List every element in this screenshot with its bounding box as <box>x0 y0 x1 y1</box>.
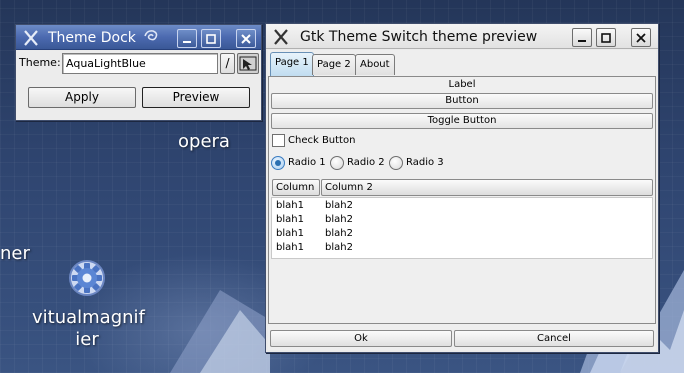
table-row[interactable]: blah1 blah2 <box>272 213 652 227</box>
column-header-2[interactable]: Column 2 <box>321 179 653 196</box>
drop-arrow-button[interactable] <box>237 53 259 74</box>
cell-col1: blah1 <box>276 214 304 225</box>
cell-col2: blah2 <box>325 228 353 239</box>
table-row[interactable]: blah1 blah2 <box>272 199 652 213</box>
desktop-label-opera[interactable]: opera <box>178 131 230 153</box>
cell-col1: blah1 <box>276 242 304 253</box>
close-icon <box>241 33 251 44</box>
ok-button[interactable]: Ok <box>270 330 452 347</box>
minimize-icon <box>578 39 586 42</box>
check-button-box[interactable] <box>272 134 285 147</box>
x-window-icon[interactable] <box>272 28 290 46</box>
cell-col2: blah2 <box>325 242 353 253</box>
close-icon <box>636 32 646 43</box>
tab-page-1[interactable]: Page 1 <box>270 52 314 77</box>
desktop-label-vitualmagnifier[interactable]: vitualmagnif ier <box>32 307 145 351</box>
minimize-button[interactable] <box>572 28 592 47</box>
preview-button[interactable]: Preview <box>142 87 250 108</box>
theme-label: Theme: <box>19 56 61 69</box>
column-header-1[interactable]: Column 1 <box>272 179 320 208</box>
desktop-label-line1: vitualmagnif <box>32 307 145 328</box>
desktop-label-line2: ier <box>75 329 99 350</box>
apply-button[interactable]: Apply <box>28 87 136 108</box>
close-button[interactable] <box>631 28 651 47</box>
cell-col2: blah2 <box>325 200 353 211</box>
table-row[interactable]: blah1 blah2 <box>272 241 652 255</box>
tab-about[interactable]: About <box>355 54 395 75</box>
theme-preview-window: Gtk Theme Switch theme preview Page 1 Pa… <box>265 23 659 353</box>
maximize-icon <box>601 32 611 43</box>
cancel-button[interactable]: Cancel <box>454 330 654 347</box>
sample-list: blah1 blah2 blah1 blah2 blah1 blah2 blah… <box>271 197 653 259</box>
maximize-icon <box>206 33 216 44</box>
theme-input[interactable]: AquaLightBlue <box>62 53 218 74</box>
radio-3[interactable] <box>389 156 403 170</box>
vitualmagnifier-gear-icon[interactable] <box>67 258 107 302</box>
radio-2[interactable] <box>330 156 344 170</box>
tab-page-2[interactable]: Page 2 <box>312 54 356 75</box>
toggle-button[interactable]: Toggle Button <box>271 113 653 129</box>
preview-titlebar[interactable]: Gtk Theme Switch theme preview <box>266 24 658 49</box>
browse-glyph: / <box>225 56 230 70</box>
window-title: Theme Dock <box>48 30 136 46</box>
x-window-icon[interactable] <box>22 29 40 47</box>
radio-3-label[interactable]: Radio 3 <box>406 157 444 168</box>
cell-col1: blah1 <box>276 228 304 239</box>
theme-dock-body: Theme: AquaLightBlue / Apply Preview <box>16 51 261 120</box>
sample-label: Label <box>448 79 476 90</box>
theme-dock-window: Theme Dock Theme: AquaLightBlue / Apply … <box>15 24 262 121</box>
wallpaper-shards-left <box>170 290 270 373</box>
cell-col2: blah2 <box>325 214 353 225</box>
theme-dock-titlebar[interactable]: Theme Dock <box>16 25 261 50</box>
tab-page-content: Label Button Toggle Button Check Button … <box>268 76 656 324</box>
maximize-button[interactable] <box>596 28 616 47</box>
radio-2-label[interactable]: Radio 2 <box>347 157 385 168</box>
desktop-label-partial[interactable]: ner <box>0 243 30 265</box>
browse-button[interactable]: / <box>220 53 235 74</box>
radio-1[interactable] <box>271 156 285 170</box>
check-button-label[interactable]: Check Button <box>288 135 355 146</box>
radio-1-label[interactable]: Radio 1 <box>288 157 326 168</box>
maximize-button[interactable] <box>201 29 221 48</box>
pointer-select-icon <box>239 56 257 71</box>
cell-col1: blah1 <box>276 200 304 211</box>
wm-swirl-icon <box>144 30 158 41</box>
window-title: Gtk Theme Switch theme preview <box>300 29 538 45</box>
sample-button[interactable]: Button <box>271 93 653 109</box>
preview-body: Page 1 Page 2 About Label Button Toggle … <box>268 50 656 350</box>
minimize-icon <box>183 40 191 43</box>
close-button[interactable] <box>236 29 256 48</box>
minimize-button[interactable] <box>177 29 197 48</box>
table-row[interactable]: blah1 blah2 <box>272 227 652 241</box>
